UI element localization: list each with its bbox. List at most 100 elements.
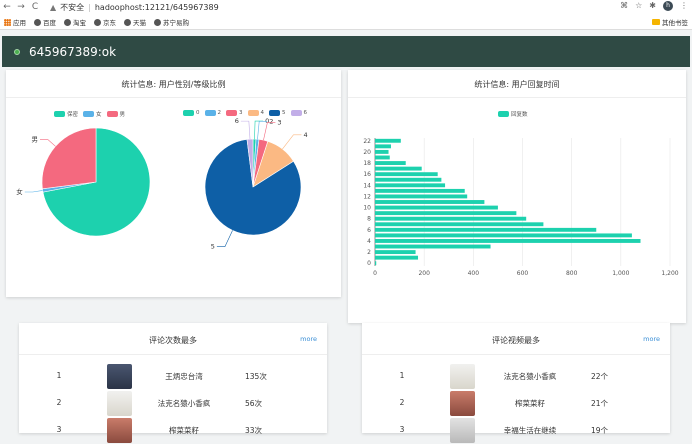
pie-slice[interactable]: [41, 127, 97, 190]
bar[interactable]: [375, 239, 641, 243]
bookmark-tmall[interactable]: 天猫: [124, 17, 146, 27]
legend-item[interactable]: 0: [183, 110, 200, 116]
bar[interactable]: [375, 194, 468, 199]
user-name[interactable]: 法克名猿小香疯: [492, 371, 568, 382]
x-tick-label: 1,000: [612, 270, 629, 277]
level-legend: 0 2 3 4 5 6: [183, 110, 307, 116]
more-link[interactable]: more: [300, 335, 317, 343]
count-cell: 135次: [245, 372, 267, 381]
legend-item[interactable]: 5: [269, 110, 286, 116]
table-row[interactable]: 1 王炳忠台湾 135次: [19, 364, 327, 390]
bar[interactable]: [375, 161, 406, 165]
bookmark-apps[interactable]: 应用: [4, 17, 26, 27]
header-title: 645967389:ok: [29, 44, 117, 59]
legend-item[interactable]: 6: [290, 110, 307, 116]
bar[interactable]: [375, 172, 438, 177]
bar[interactable]: [375, 205, 498, 210]
reload-icon[interactable]: C: [28, 2, 42, 12]
legend-item[interactable]: 男: [106, 110, 126, 118]
y-tick-label: 14: [363, 182, 371, 189]
folder-icon: [652, 19, 660, 25]
table-row[interactable]: 2 榨菜菜籽 21个: [362, 391, 670, 417]
legend-item[interactable]: 2: [204, 110, 221, 116]
table-row[interactable]: 3 榨菜菜籽 33次: [19, 418, 327, 444]
legend-swatch: [226, 110, 237, 116]
bar[interactable]: [375, 144, 391, 149]
card-divider: [19, 354, 327, 355]
bar[interactable]: [375, 138, 401, 143]
url-text[interactable]: hadoophost:12121/645967389: [95, 3, 219, 12]
bookmark-jd[interactable]: 京东: [94, 17, 116, 27]
y-tick-label: 22: [363, 138, 371, 145]
count-cell: 19个: [591, 426, 609, 435]
user-avatar[interactable]: [107, 418, 132, 443]
bar[interactable]: [375, 200, 485, 204]
user-name[interactable]: 榨菜菜籽: [492, 398, 568, 409]
table-row[interactable]: 2 法克名猿小香疯 56次: [19, 391, 327, 417]
rank-cell: 1: [56, 371, 62, 380]
bookmark-suning[interactable]: 苏宁易购: [154, 17, 189, 27]
address-bar[interactable]: ▲ 不安全 | hadoophost:12121/645967389: [50, 2, 219, 13]
bar[interactable]: [375, 155, 390, 160]
table-row[interactable]: 3 幸福生活在继续 19个: [362, 418, 670, 444]
legend-item[interactable]: 女: [83, 110, 102, 118]
bar[interactable]: [375, 177, 442, 182]
bar[interactable]: [375, 244, 491, 249]
legend-item[interactable]: 4: [247, 110, 265, 116]
translate-icon[interactable]: ⌘: [620, 1, 628, 11]
bookmark-taobao[interactable]: 淘宝: [64, 17, 86, 27]
legend-swatch: [290, 110, 302, 116]
pie-label-line: [24, 190, 43, 193]
user-avatar[interactable]: [450, 418, 475, 443]
user-name[interactable]: 幸福生活在继续: [492, 425, 568, 436]
count-cell: 22个: [591, 372, 609, 381]
y-tick-label: 20: [363, 149, 371, 156]
back-icon[interactable]: ←: [0, 2, 14, 12]
legend-label: 男: [119, 112, 126, 118]
user-avatar[interactable]: [450, 391, 475, 416]
legend-label: 5: [282, 110, 286, 116]
bar[interactable]: [375, 250, 416, 255]
legend-item[interactable]: 3: [226, 110, 243, 116]
user-name[interactable]: 榨菜菜籽: [149, 425, 219, 436]
legend-item[interactable]: 回复数: [498, 110, 528, 118]
legend-label: 回复数: [511, 112, 528, 118]
more-link[interactable]: more: [643, 335, 660, 343]
profile-avatar[interactable]: h: [663, 1, 673, 11]
bar[interactable]: [375, 222, 544, 227]
globe-icon: [94, 18, 101, 26]
y-tick-label: 4: [367, 238, 371, 245]
bar[interactable]: [375, 216, 527, 221]
gender-pie-chart: 女男: [16, 127, 151, 237]
bar[interactable]: [375, 188, 465, 193]
legend-swatch: [54, 111, 65, 117]
bookmark-baidu[interactable]: 百度: [34, 17, 56, 27]
legend-label: 4: [260, 110, 265, 116]
bar[interactable]: [375, 233, 632, 238]
gender-level-card: 统计信息: 用户性别/等级比例 保密 女 男 0 2 3 4 5 6 女男 02…: [6, 70, 341, 297]
other-bookmarks[interactable]: 其他书签: [652, 17, 688, 27]
star-icon[interactable]: ☆: [635, 1, 642, 11]
table-row[interactable]: 1 法克名猿小香疯 22个: [362, 364, 670, 390]
extensions-icon[interactable]: ✱: [649, 1, 656, 11]
bar[interactable]: [375, 261, 377, 266]
legend-item[interactable]: 保密: [54, 110, 78, 118]
user-name[interactable]: 法克名猿小香疯: [149, 398, 219, 409]
card-title: 评论视频最多: [492, 336, 540, 345]
card-divider: [362, 354, 670, 355]
user-avatar[interactable]: [450, 364, 475, 389]
user-name[interactable]: 王炳忠台湾: [149, 371, 219, 382]
legend-swatch: [83, 111, 95, 117]
bar[interactable]: [375, 227, 597, 232]
bar[interactable]: [375, 255, 419, 260]
user-avatar[interactable]: [107, 364, 132, 389]
menu-icon[interactable]: ⋮: [680, 1, 688, 11]
forward-icon[interactable]: →: [14, 2, 28, 12]
bar[interactable]: [375, 183, 446, 188]
browser-actions: ⌘ ☆ ✱ h ⋮: [620, 1, 688, 11]
user-avatar[interactable]: [107, 391, 132, 416]
bar[interactable]: [375, 166, 422, 171]
bar[interactable]: [375, 211, 517, 216]
bar[interactable]: [375, 149, 389, 154]
y-tick-label: 10: [363, 205, 371, 212]
